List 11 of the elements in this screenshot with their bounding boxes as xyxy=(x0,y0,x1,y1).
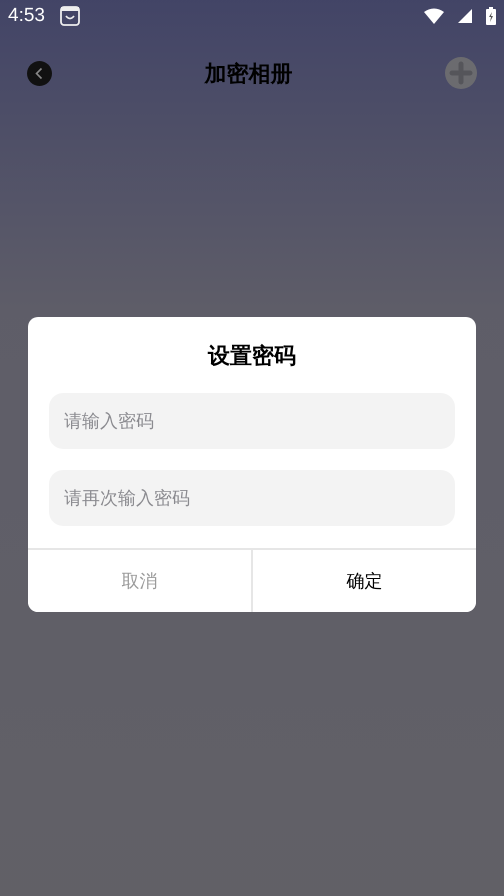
page-title: 加密相册 xyxy=(204,60,292,88)
back-icon[interactable] xyxy=(27,60,52,86)
battery-icon xyxy=(486,7,496,25)
wifi-icon xyxy=(424,8,444,24)
confirm-button[interactable]: 确定 xyxy=(251,550,476,612)
password-field[interactable]: 请输入密码 xyxy=(49,393,455,449)
signal-icon xyxy=(458,9,472,23)
password-field[interactable]: 请再次输入密码 xyxy=(49,470,455,526)
shopping-bag-icon xyxy=(58,5,81,27)
status-time: 4:53 xyxy=(8,4,45,28)
dialog-title: 设置密码 xyxy=(208,342,296,370)
